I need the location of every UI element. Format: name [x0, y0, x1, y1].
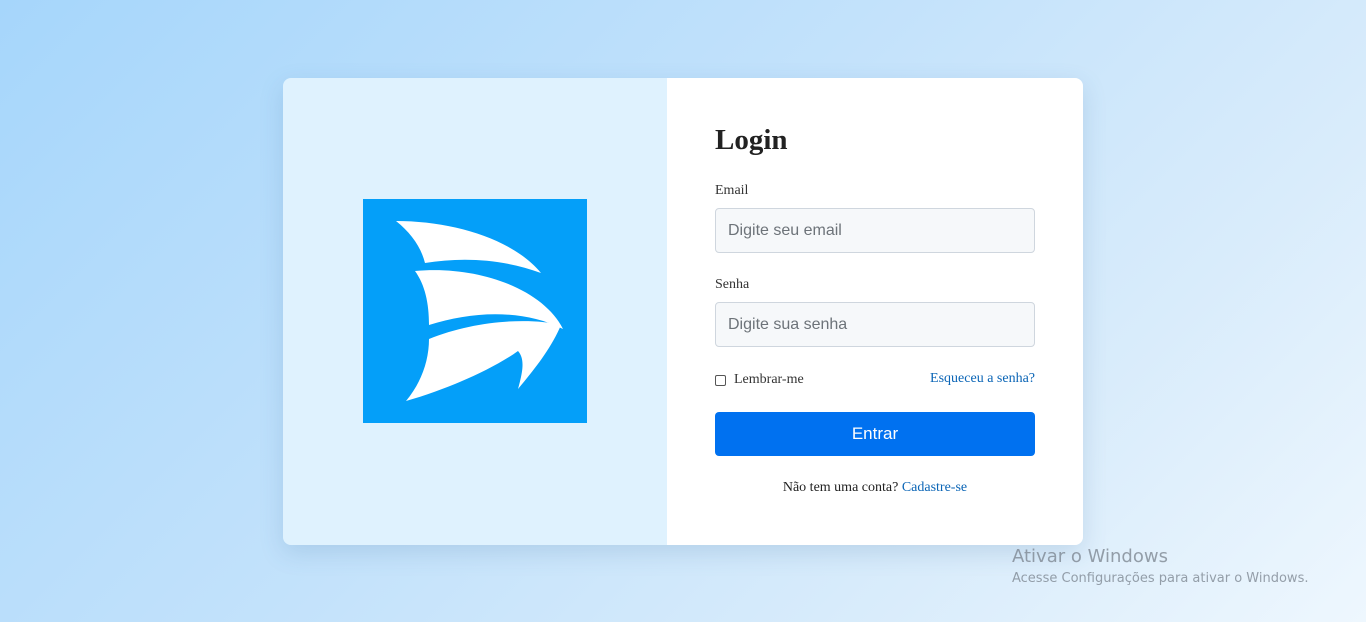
- password-field[interactable]: [715, 302, 1035, 347]
- signup-prompt-text: Não tem uma conta?: [782, 480, 899, 495]
- sailboat-logo-icon: [363, 199, 587, 423]
- login-button[interactable]: Entrar: [715, 412, 1035, 456]
- email-label: Email: [715, 183, 749, 198]
- brand-panel: [283, 78, 667, 545]
- login-card: Login Email Senha Lembrar-me Esqueceu a …: [283, 78, 1083, 545]
- watermark-title: Ativar o Windows: [1012, 546, 1168, 567]
- remember-me-option[interactable]: Lembrar-me: [715, 372, 804, 388]
- remember-me-label: Lembrar-me: [734, 372, 804, 387]
- page-title: Login: [715, 124, 788, 156]
- login-form-panel: Login Email Senha Lembrar-me Esqueceu a …: [667, 78, 1083, 545]
- signup-prompt: Não tem uma conta? Cadastre-se: [715, 480, 1035, 496]
- email-field[interactable]: [715, 208, 1035, 253]
- watermark-subtitle: Acesse Configurações para ativar o Windo…: [1012, 571, 1309, 586]
- remember-me-checkbox[interactable]: [715, 374, 726, 386]
- forgot-password-link[interactable]: Esqueceu a senha?: [930, 371, 1035, 387]
- signup-link[interactable]: Cadastre-se: [902, 480, 967, 495]
- password-label: Senha: [715, 277, 750, 292]
- windows-activation-watermark: Ativar o Windows Acesse Configurações pa…: [1012, 546, 1308, 589]
